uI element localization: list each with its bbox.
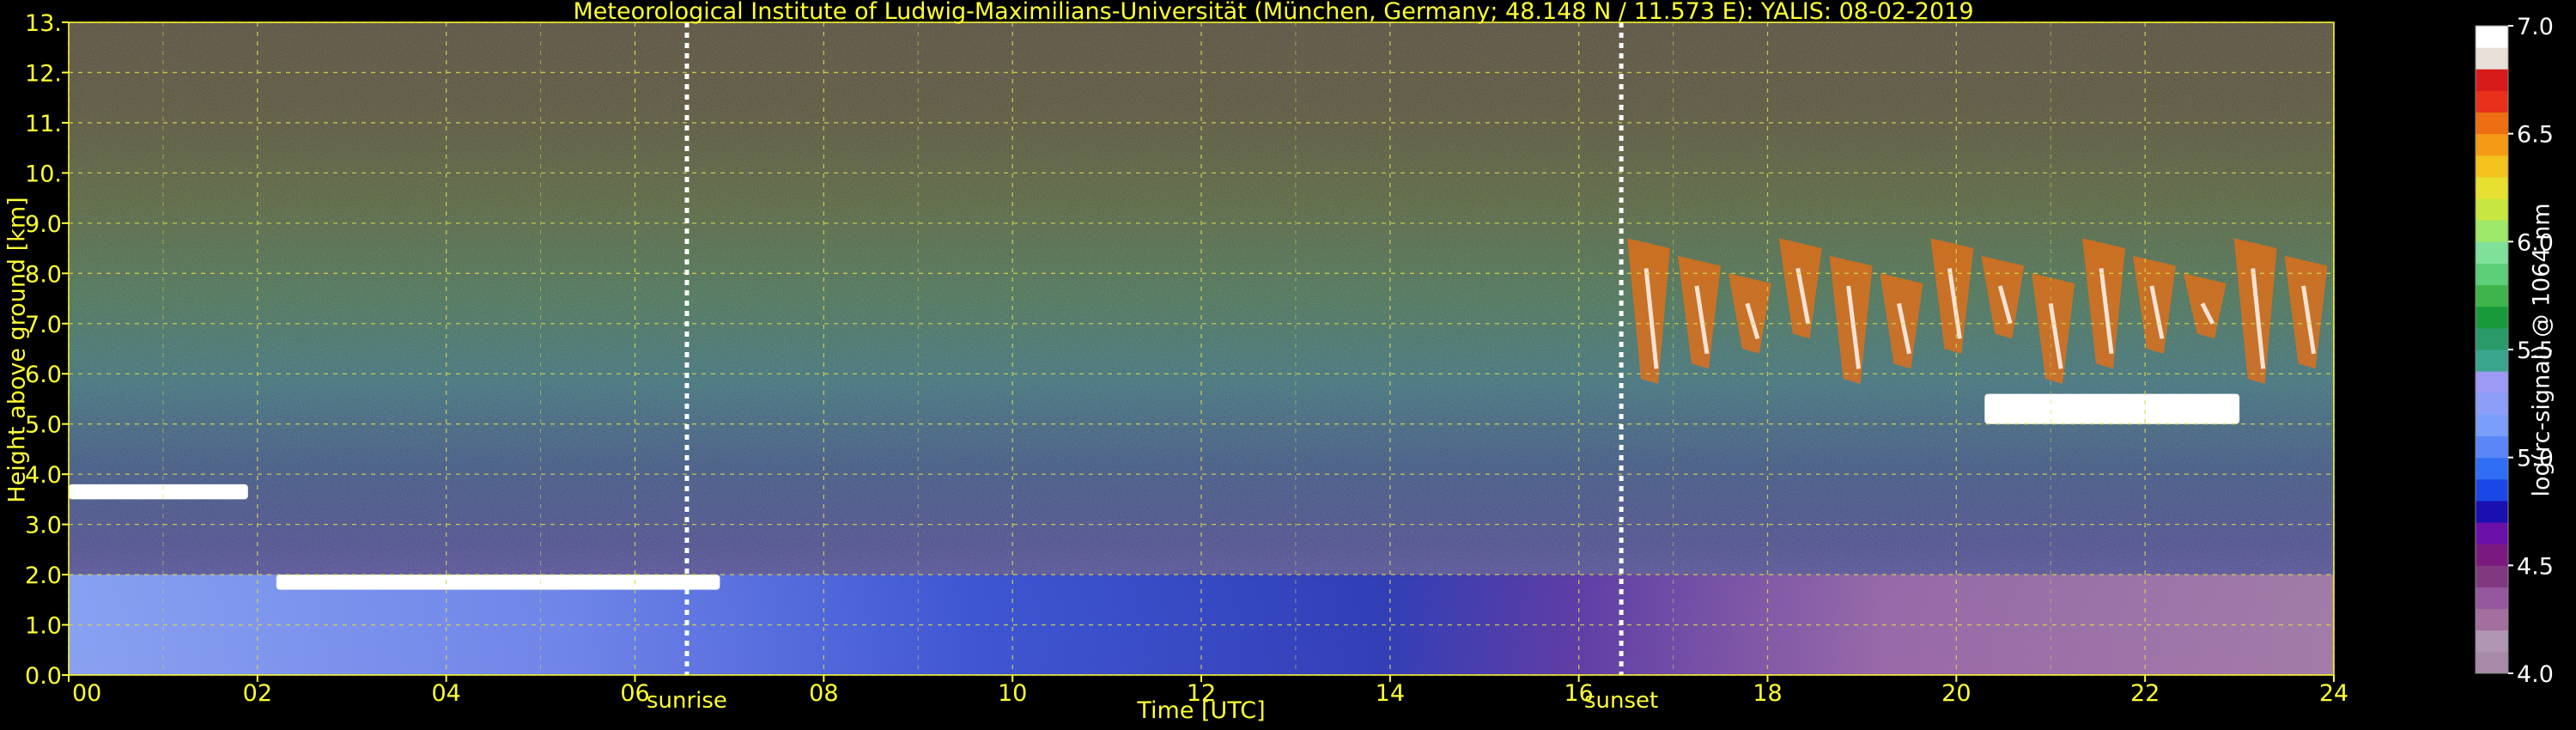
feature-boundary-layer-cloud-top bbox=[276, 575, 720, 590]
y-axis-label: Height above ground [km] bbox=[3, 197, 31, 503]
colorbar-segment bbox=[2476, 112, 2508, 135]
colorbar-tick-label: 4.0 bbox=[2517, 661, 2554, 688]
lidar-quicklook-chart: sunrise sunset 00 02 04 06 08 10 12 14 16 18 20 22 24… bbox=[25, 10, 2554, 714]
colorbar-segment bbox=[2476, 651, 2508, 674]
y-tick-label: 2.0 bbox=[25, 563, 62, 589]
colorbar-segment bbox=[2476, 69, 2508, 91]
colorbar-segment bbox=[2476, 500, 2508, 523]
colorbar-segment bbox=[2476, 478, 2508, 502]
x-axis-label: Time [UTC] bbox=[1137, 697, 1266, 724]
colorbar-segment bbox=[2476, 26, 2508, 48]
y-tick-label: 12. bbox=[25, 60, 62, 87]
colorbar-segment bbox=[2476, 284, 2508, 307]
colorbar-segment bbox=[2476, 371, 2508, 393]
colorbar-segment bbox=[2476, 350, 2508, 372]
colorbar-segment bbox=[2476, 306, 2508, 329]
colorbar-segment bbox=[2476, 220, 2508, 242]
colorbar-segment bbox=[2476, 630, 2508, 653]
y-tick-label: 1.0 bbox=[25, 613, 62, 640]
colorbar-segment bbox=[2476, 241, 2508, 264]
colorbar-segment bbox=[2476, 327, 2508, 350]
colorbar-label: log(rc-signal) @ 1064 nm bbox=[2528, 203, 2555, 497]
y-tick-label: 11. bbox=[25, 111, 62, 137]
colorbar-segment bbox=[2476, 133, 2508, 156]
feature-mid-level-cloud bbox=[1984, 393, 2240, 424]
colorbar-segment bbox=[2476, 435, 2508, 459]
colorbar-segment bbox=[2476, 392, 2508, 415]
colorbar-segment bbox=[2476, 414, 2508, 437]
colorbar-segment bbox=[2476, 198, 2508, 221]
colorbar-segment bbox=[2476, 565, 2508, 587]
colorbar-segment bbox=[2476, 544, 2508, 566]
colorbar-segment bbox=[2476, 608, 2508, 631]
colorbar-segment bbox=[2476, 263, 2508, 286]
colorbar-segment bbox=[2476, 155, 2508, 178]
chart-title: Meteorological Institute of Ludwig-Maxim… bbox=[573, 0, 1974, 25]
colorbar-segment bbox=[2476, 457, 2508, 480]
colorbar-segment bbox=[2476, 176, 2508, 199]
colorbar-segment bbox=[2476, 90, 2508, 113]
colorbar-segment bbox=[2476, 587, 2508, 610]
y-tick-label: 0.0 bbox=[25, 663, 62, 690]
colorbar-segment bbox=[2476, 47, 2508, 70]
feature-low-cloud-deck bbox=[69, 484, 248, 500]
colorbar-segment bbox=[2476, 522, 2508, 544]
